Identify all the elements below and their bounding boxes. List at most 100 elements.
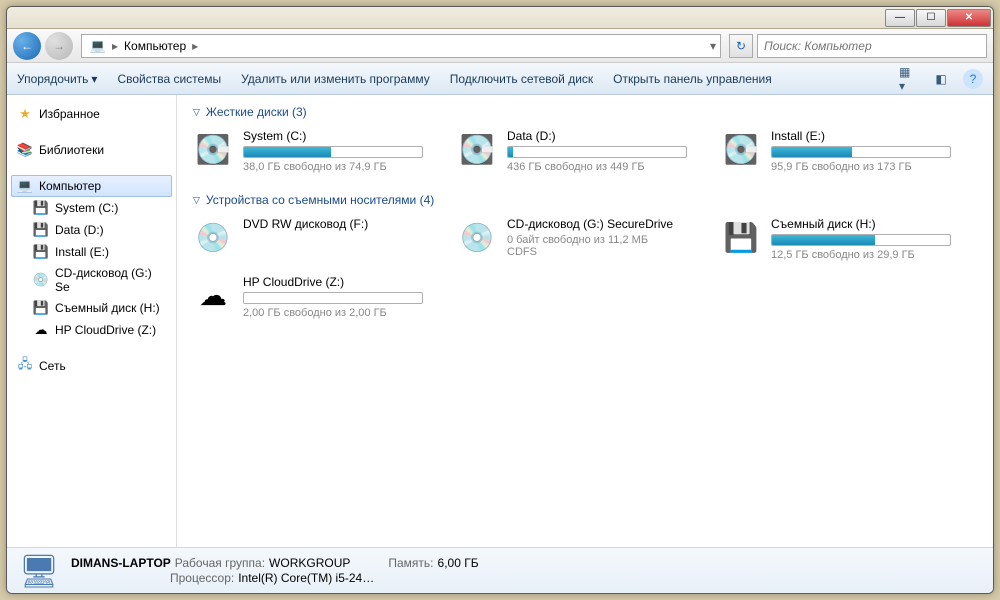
sidebar-drive-item[interactable]: 💾 Install (E:) (7, 241, 176, 263)
drive-icon: 💾 (721, 217, 761, 257)
sidebar-network[interactable]: 🖧 Сеть (7, 355, 176, 377)
drive-icon: 💽 (457, 129, 497, 169)
toolbar-right: ▦ ▾ ◧ ? (899, 69, 983, 89)
memory-label: Память: (388, 556, 433, 570)
sidebar-drive-item[interactable]: 💾 Data (D:) (7, 219, 176, 241)
drive-icon: 💾 (33, 244, 49, 260)
memory-value: 6,00 ГБ (438, 556, 479, 570)
drive-label: CD-дисковод (G:) Se (55, 266, 166, 294)
drive-name: Data (D:) (507, 129, 697, 143)
space-bar (771, 234, 951, 246)
map-network-drive-button[interactable]: Подключить сетевой диск (450, 72, 593, 86)
drive-icon: 💽 (193, 129, 233, 169)
computer-icon: 🖥 (19, 551, 59, 591)
sidebar-drive-item[interactable]: 💾 Съемный диск (H:) (7, 297, 176, 319)
section-removable[interactable]: ▽ Устройства со съемными носителями (4) (193, 193, 977, 207)
maximize-button[interactable]: ☐ (916, 9, 946, 27)
network-icon: 🖧 (17, 358, 33, 374)
drive-name: System (C:) (243, 129, 433, 143)
section-label: Жесткие диски (3) (206, 105, 307, 119)
sidebar-label: Сеть (39, 359, 66, 373)
control-panel-button[interactable]: Открыть панель управления (613, 72, 772, 86)
drive-label: Data (D:) (55, 223, 104, 237)
breadcrumb-root[interactable]: 💻 ▸ Компьютер ▸ (86, 38, 204, 54)
drive-name: HP CloudDrive (Z:) (243, 275, 433, 289)
sidebar-drive-item[interactable]: 💾 System (C:) (7, 197, 176, 219)
minimize-button[interactable]: — (885, 9, 915, 27)
drive-icon: 💾 (33, 200, 49, 216)
computer-icon: 💻 (17, 178, 33, 194)
drive-item[interactable]: 💽 System (C:) 38,0 ГБ свободно из 74,9 Г… (193, 129, 433, 173)
space-bar (243, 146, 423, 158)
drive-label: HP CloudDrive (Z:) (55, 323, 156, 337)
sidebar-drive-item[interactable]: 💿 CD-дисковод (G:) Se (7, 263, 176, 297)
drive-item[interactable]: ☁ HP CloudDrive (Z:) 2,00 ГБ свободно из… (193, 275, 433, 319)
star-icon: ★ (17, 106, 33, 122)
sidebar-computer[interactable]: 💻 Компьютер (11, 175, 172, 197)
space-bar (243, 292, 423, 304)
drive-space: 436 ГБ свободно из 449 ГБ (507, 161, 697, 173)
drive-label: System (C:) (55, 201, 118, 215)
chevron-right-icon: ▸ (110, 39, 120, 53)
search-box[interactable] (757, 34, 987, 58)
section-hard-drives[interactable]: ▽ Жесткие диски (3) (193, 105, 977, 119)
main-pane: ▽ Жесткие диски (3) 💽 System (C:) 38,0 Г… (177, 95, 993, 547)
drive-fs: CDFS (507, 246, 697, 258)
address-dropdown[interactable]: ▾ (710, 39, 716, 53)
titlebar: — ☐ ✕ (7, 7, 993, 29)
collapse-icon: ▽ (193, 195, 200, 206)
collapse-icon: ▽ (193, 107, 200, 118)
drive-item[interactable]: 💽 Install (E:) 95,9 ГБ свободно из 173 Г… (721, 129, 961, 173)
drive-icon: 💾 (33, 300, 49, 316)
sidebar-label: Избранное (39, 107, 100, 121)
workgroup-label: Рабочая группа: (175, 556, 265, 570)
explorer-window: — ☐ ✕ ← → 💻 ▸ Компьютер ▸ ▾ ↻ Упорядочит… (6, 6, 994, 594)
sidebar-favorites[interactable]: ★ Избранное (7, 103, 176, 125)
libraries-icon: 📚 (17, 142, 33, 158)
drive-label: Съемный диск (H:) (55, 301, 160, 315)
sidebar-label: Компьютер (39, 179, 101, 193)
drive-item[interactable]: 💾 Съемный диск (H:) 12,5 ГБ свободно из … (721, 217, 961, 261)
preview-pane-icon[interactable]: ◧ (931, 69, 951, 89)
workgroup-value: WORKGROUP (269, 556, 350, 570)
drive-icon: 💿 (33, 272, 49, 288)
chevron-right-icon: ▸ (190, 39, 200, 53)
section-label: Устройства со съемными носителями (4) (206, 193, 434, 207)
close-button[interactable]: ✕ (947, 9, 991, 27)
drive-icon: 💽 (721, 129, 761, 169)
drive-name: Съемный диск (H:) (771, 217, 961, 231)
computer-icon: 💻 (90, 38, 106, 54)
back-button[interactable]: ← (13, 32, 41, 60)
system-properties-button[interactable]: Свойства системы (117, 72, 221, 86)
refresh-button[interactable]: ↻ (729, 34, 753, 58)
status-info: DIMANS-LAPTOP Рабочая группа: WORKGROUP … (71, 556, 479, 585)
sidebar-libraries[interactable]: 📚 Библиотеки (7, 139, 176, 161)
space-bar (507, 146, 687, 158)
drive-icon: 💾 (33, 222, 49, 238)
sidebar: ★ Избранное 📚 Библиотеки 💻 Компьютер 💾 Sy… (7, 95, 177, 547)
uninstall-button[interactable]: Удалить или изменить программу (241, 72, 430, 86)
navbar: ← → 💻 ▸ Компьютер ▸ ▾ ↻ (7, 29, 993, 63)
computer-name: DIMANS-LAPTOP (71, 556, 171, 570)
view-options-icon[interactable]: ▦ ▾ (899, 69, 919, 89)
drive-icon: 💿 (193, 217, 233, 257)
drive-name: Install (E:) (771, 129, 961, 143)
sidebar-drive-item[interactable]: ☁HP CloudDrive (Z:) (7, 319, 176, 341)
drive-space: 2,00 ГБ свободно из 2,00 ГБ (243, 307, 433, 319)
space-bar (771, 146, 951, 158)
forward-button[interactable]: → (45, 32, 73, 60)
drive-item[interactable]: 💿 DVD RW дисковод (F:) (193, 217, 433, 261)
address-bar[interactable]: 💻 ▸ Компьютер ▸ ▾ (81, 34, 721, 58)
toolbar: Упорядочить ▾ Свойства системы Удалить и… (7, 63, 993, 95)
help-icon[interactable]: ? (963, 69, 983, 89)
drive-item[interactable]: 💽 Data (D:) 436 ГБ свободно из 449 ГБ (457, 129, 697, 173)
drive-label: Install (E:) (55, 245, 109, 259)
drive-space: 0 байт свободно из 11,2 МБ (507, 234, 697, 246)
organize-button[interactable]: Упорядочить ▾ (17, 72, 97, 86)
drive-space: 95,9 ГБ свободно из 173 ГБ (771, 161, 961, 173)
search-input[interactable] (764, 39, 980, 53)
drive-space: 38,0 ГБ свободно из 74,9 ГБ (243, 161, 433, 173)
drive-item[interactable]: 💿 CD-дисковод (G:) SecureDrive 0 байт св… (457, 217, 697, 261)
cpu-label: Процессор: (170, 571, 234, 585)
drive-icon: ☁ (193, 275, 233, 315)
